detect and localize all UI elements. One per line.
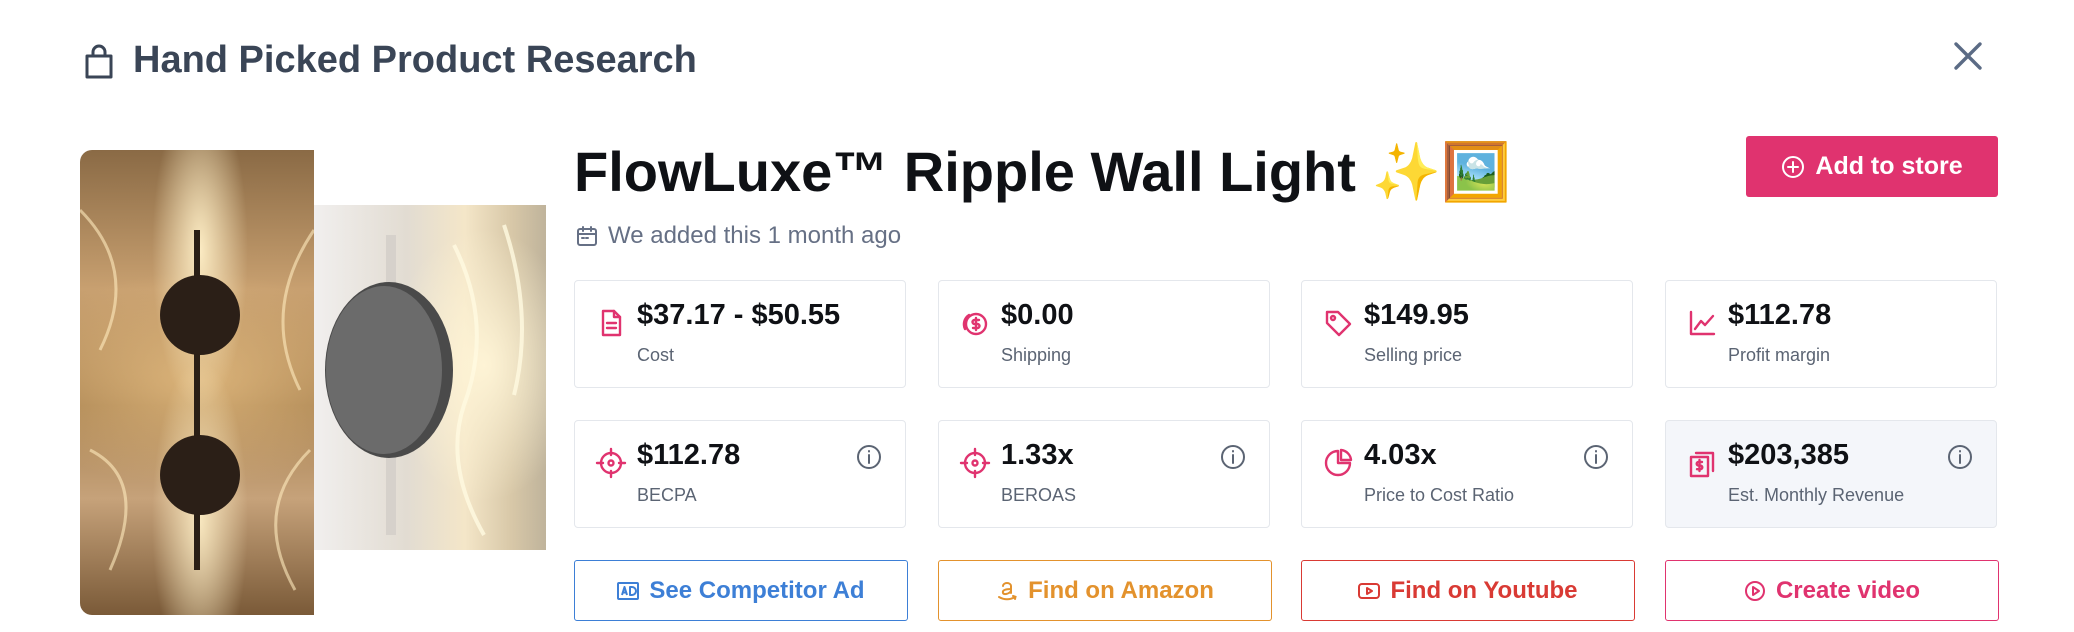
find-on-youtube-button[interactable]: Find on Youtube [1301, 560, 1635, 621]
line-chart-icon [1689, 310, 1716, 336]
stat-card-shipping: $0.00 Shipping [938, 280, 1270, 388]
document-icon [601, 309, 622, 337]
find-on-amazon-label: Find on Amazon [1028, 576, 1214, 604]
stat-card-selling-price: $149.95 Selling price [1301, 280, 1633, 388]
coins-icon [962, 312, 988, 336]
stat-label: Cost [637, 345, 675, 365]
stat-label: Price to Cost Ratio [1364, 485, 1515, 505]
modal-title: Hand Picked Product Research [133, 39, 697, 81]
stat-label: Profit margin [1728, 345, 1831, 365]
stat-value: $112.78 [1728, 299, 1832, 331]
find-on-amazon-button[interactable]: Find on Amazon [938, 560, 1272, 621]
stat-card-monthly-revenue: $203,385 Est. Monthly Revenue [1665, 420, 1997, 528]
stat-value: 4.03x [1364, 439, 1437, 471]
product-title: FlowLuxe™ Ripple Wall Light ✨🖼️ [574, 140, 1511, 203]
find-on-youtube-label: Find on Youtube [1390, 576, 1578, 604]
price-tag-icon [1325, 310, 1352, 337]
stat-label: Est. Monthly Revenue [1728, 485, 1905, 505]
calendar-icon [577, 226, 597, 246]
shopping-bag-icon [85, 44, 113, 79]
amazon-icon [998, 581, 1017, 600]
stat-value: $37.17 - $50.55 [637, 299, 841, 331]
stat-value: $149.95 [1364, 299, 1469, 331]
see-competitor-ad-label: See Competitor Ad [649, 576, 865, 604]
add-to-store-button[interactable]: Add to store [1746, 136, 1998, 197]
pie-chart-icon [1324, 448, 1353, 477]
crosshair-icon [595, 447, 627, 479]
added-date-row: We added this 1 month ago [576, 220, 901, 252]
plus-circle-icon [1782, 155, 1805, 178]
added-date-text: We added this 1 month ago [608, 222, 902, 249]
info-icon[interactable] [1582, 443, 1610, 471]
ad-icon [617, 581, 640, 600]
stat-value: $0.00 [1001, 299, 1074, 331]
stat-label: BEROAS [1001, 485, 1077, 505]
see-competitor-ad-button[interactable]: See Competitor Ad [574, 560, 908, 621]
create-video-button[interactable]: Create video [1665, 560, 1999, 621]
stat-card-beroas: 1.33x BEROAS [938, 420, 1270, 528]
stat-card-price-cost-ratio: 4.03x Price to Cost Ratio [1301, 420, 1633, 528]
stat-value: $112.78 [637, 439, 741, 471]
info-icon[interactable] [855, 443, 883, 471]
play-circle-icon [1744, 580, 1765, 601]
add-to-store-label: Add to store [1815, 152, 1963, 180]
stat-label: Shipping [1001, 345, 1072, 365]
close-icon[interactable] [1950, 38, 1986, 74]
stat-card-cost: $37.17 - $50.55 Cost [574, 280, 906, 388]
youtube-icon [1358, 582, 1381, 599]
stat-value: $203,385 [1728, 439, 1849, 471]
stat-card-profit-margin: $112.78 Profit margin [1665, 280, 1997, 388]
create-video-label: Create video [1775, 576, 1921, 604]
crosshair-icon [959, 447, 991, 479]
receipt-icon [1689, 451, 1715, 478]
info-icon[interactable] [1946, 443, 1974, 471]
stat-value: 1.33x [1001, 439, 1074, 471]
stat-label: Selling price [1364, 345, 1463, 365]
info-icon[interactable] [1219, 443, 1247, 471]
product-image-main [80, 150, 314, 615]
stat-label: BECPA [637, 485, 697, 505]
product-image-secondary [314, 205, 546, 550]
stat-card-becpa: $112.78 BECPA [574, 420, 906, 528]
